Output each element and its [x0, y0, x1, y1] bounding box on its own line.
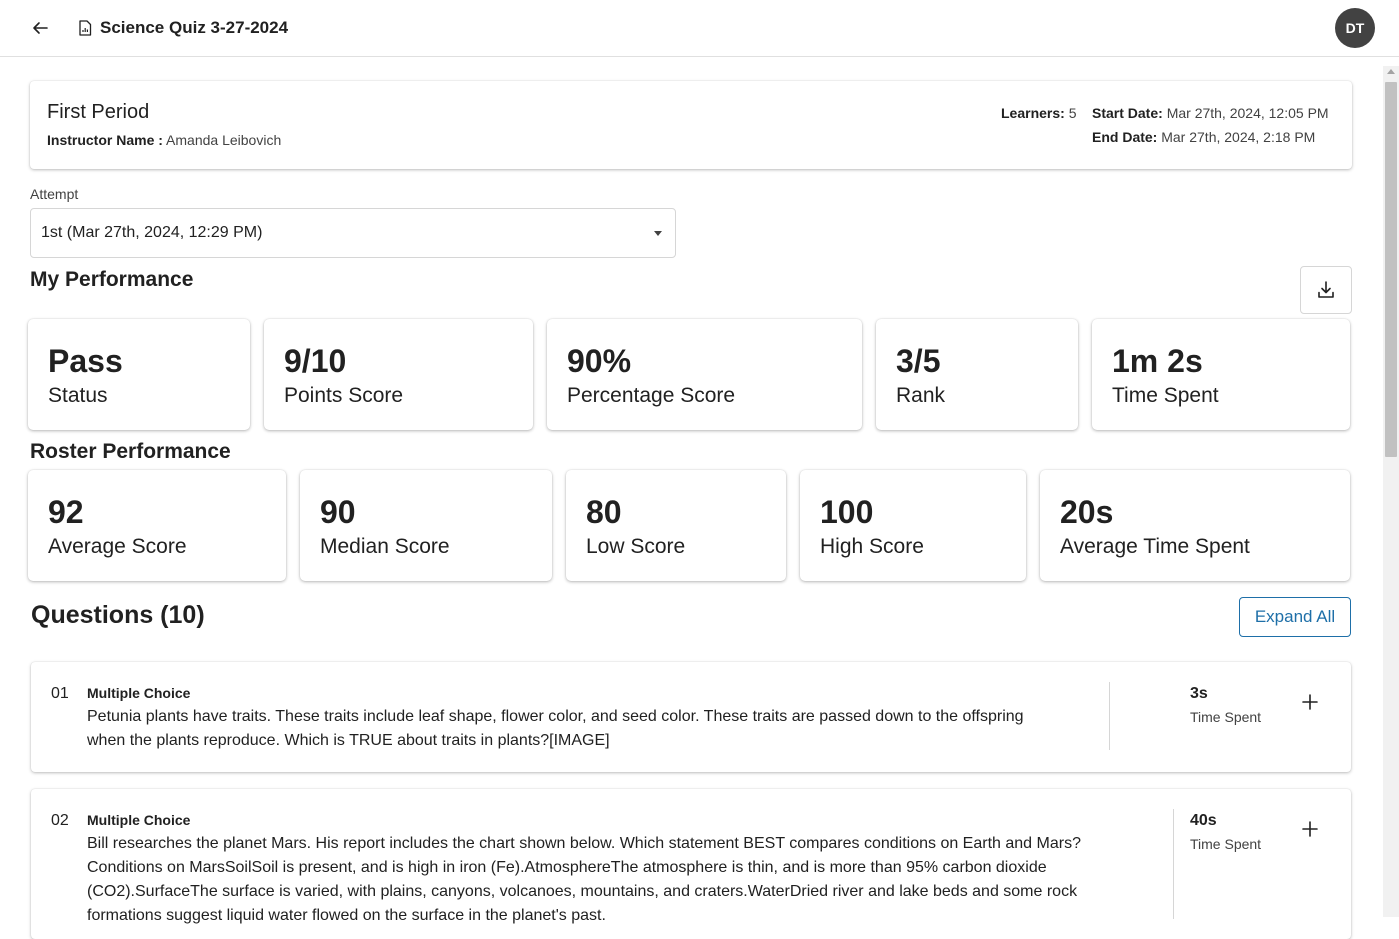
stat-value: 90	[320, 494, 356, 530]
stat-card-average-score: 92 Average Score	[28, 470, 286, 581]
scroll-up-arrow-icon[interactable]	[1387, 69, 1395, 74]
stat-label: Status	[48, 384, 108, 407]
stat-label: High Score	[820, 535, 924, 558]
expand-question-button[interactable]	[1298, 690, 1322, 714]
question-text-line: when the plants reproduce. Which is TRUE…	[87, 732, 610, 749]
stat-label: Rank	[896, 384, 946, 407]
stat-value: 20s	[1060, 494, 1114, 530]
plus-icon	[1302, 694, 1318, 710]
stat-label: Median Score	[320, 535, 450, 558]
stat-card-percentage-score: 90% Percentage Score	[547, 319, 862, 430]
instructor-name: Instructor Name : Amanda Leibovich	[47, 132, 281, 148]
stat-card-median-score: 90 Median Score	[300, 470, 552, 581]
stat-value: 1m 2s	[1112, 343, 1203, 379]
caret-down-icon	[654, 231, 662, 236]
download-icon	[1318, 281, 1334, 298]
stat-label: Low Score	[586, 535, 686, 558]
expand-question-button[interactable]	[1298, 817, 1322, 841]
attempt-selected-value: 1st (Mar 27th, 2024, 12:29 PM)	[41, 224, 263, 241]
stat-value: 9/10	[284, 343, 347, 379]
stat-value: 80	[586, 494, 622, 530]
stat-label: Percentage Score	[567, 384, 736, 407]
question-number: 01	[51, 685, 69, 702]
question-divider	[1173, 809, 1174, 919]
stat-label: Time Spent	[1112, 384, 1219, 407]
roster-performance-title: Roster Performance	[30, 440, 231, 463]
attempt-label: Attempt	[30, 186, 79, 202]
document-title-group: Science Quiz 3-27-2024	[78, 17, 288, 39]
start-date-label: Start Date:	[1092, 105, 1163, 121]
start-date: Start Date: Mar 27th, 2024, 12:05 PM	[1092, 105, 1329, 121]
question-time-label: Time Spent	[1190, 709, 1262, 725]
end-date-label: End Date:	[1092, 129, 1158, 145]
questions-title: Questions (10)	[31, 601, 205, 629]
end-date: End Date: Mar 27th, 2024, 2:18 PM	[1092, 129, 1315, 145]
start-date-value: Mar 27th, 2024, 12:05 PM	[1166, 105, 1329, 121]
question-number: 02	[51, 812, 69, 829]
question-card[interactable]: 01 Multiple Choice Petunia plants have t…	[31, 662, 1351, 772]
question-type: Multiple Choice	[87, 812, 191, 828]
instructor-label: Instructor Name :	[47, 132, 163, 148]
arrow-left-icon	[33, 22, 48, 34]
attempt-select[interactable]: 1st (Mar 27th, 2024, 12:29 PM)	[30, 208, 676, 258]
stat-card-status: Pass Status	[28, 319, 250, 430]
stat-card-rank: 3/5 Rank	[876, 319, 1078, 430]
question-text-line: formations suggest liquid water flowed o…	[87, 907, 606, 924]
stat-value: 90%	[567, 343, 632, 379]
question-text: Petunia plants have traits. These traits…	[87, 705, 1024, 753]
learners-value: 5	[1068, 105, 1077, 121]
question-text-line: Conditions on MarsSoilSoil is present, a…	[87, 859, 1047, 876]
stat-value: 100	[820, 494, 874, 530]
my-performance-title: My Performance	[30, 268, 194, 291]
expand-all-button[interactable]: Expand All	[1239, 597, 1351, 637]
stat-card-time-spent: 1m 2s Time Spent	[1092, 319, 1350, 430]
stat-card-high-score: 100 High Score	[800, 470, 1026, 581]
instructor-value: Amanda Leibovich	[166, 132, 282, 148]
document-icon	[79, 20, 92, 36]
stat-value: 3/5	[896, 343, 941, 379]
scrollbar-thumb[interactable]	[1385, 82, 1397, 457]
download-button[interactable]	[1300, 266, 1352, 314]
question-divider	[1109, 682, 1110, 750]
learners-label: Learners:	[1001, 105, 1065, 121]
stat-card-average-time-spent: 20s Average Time Spent	[1040, 470, 1350, 581]
question-text-line: Bill researches the planet Mars. His rep…	[87, 835, 1081, 852]
plus-icon	[1302, 821, 1318, 837]
stat-label: Average Score	[48, 535, 187, 558]
question-time-value: 40s	[1190, 812, 1217, 829]
stat-label: Points Score	[284, 384, 404, 407]
question-type: Multiple Choice	[87, 685, 191, 701]
end-date-value: Mar 27th, 2024, 2:18 PM	[1161, 129, 1316, 145]
stat-value: Pass	[48, 343, 123, 379]
top-app-bar: Science Quiz 3-27-2024 DT	[0, 0, 1399, 57]
stat-card-points-score: 9/10 Points Score	[264, 319, 533, 430]
user-avatar[interactable]: DT	[1335, 8, 1375, 48]
question-text-line: (CO2).SurfaceThe surface is varied, with…	[87, 883, 1078, 900]
learners-count: Learners: 5	[1001, 105, 1077, 121]
period-name: First Period	[47, 101, 150, 123]
question-text-line: Petunia plants have traits. These traits…	[87, 708, 1024, 725]
question-text: Bill researches the planet Mars. His rep…	[87, 832, 1081, 928]
question-time-label: Time Spent	[1190, 836, 1262, 852]
page-title: Science Quiz 3-27-2024	[100, 18, 289, 37]
stat-label: Average Time Spent	[1060, 535, 1250, 558]
back-button[interactable]	[26, 14, 54, 42]
period-info-card: First Period Instructor Name : Amanda Le…	[30, 81, 1352, 169]
question-time-value: 3s	[1190, 685, 1208, 702]
stat-card-low-score: 80 Low Score	[566, 470, 786, 581]
stat-value: 92	[48, 494, 84, 530]
